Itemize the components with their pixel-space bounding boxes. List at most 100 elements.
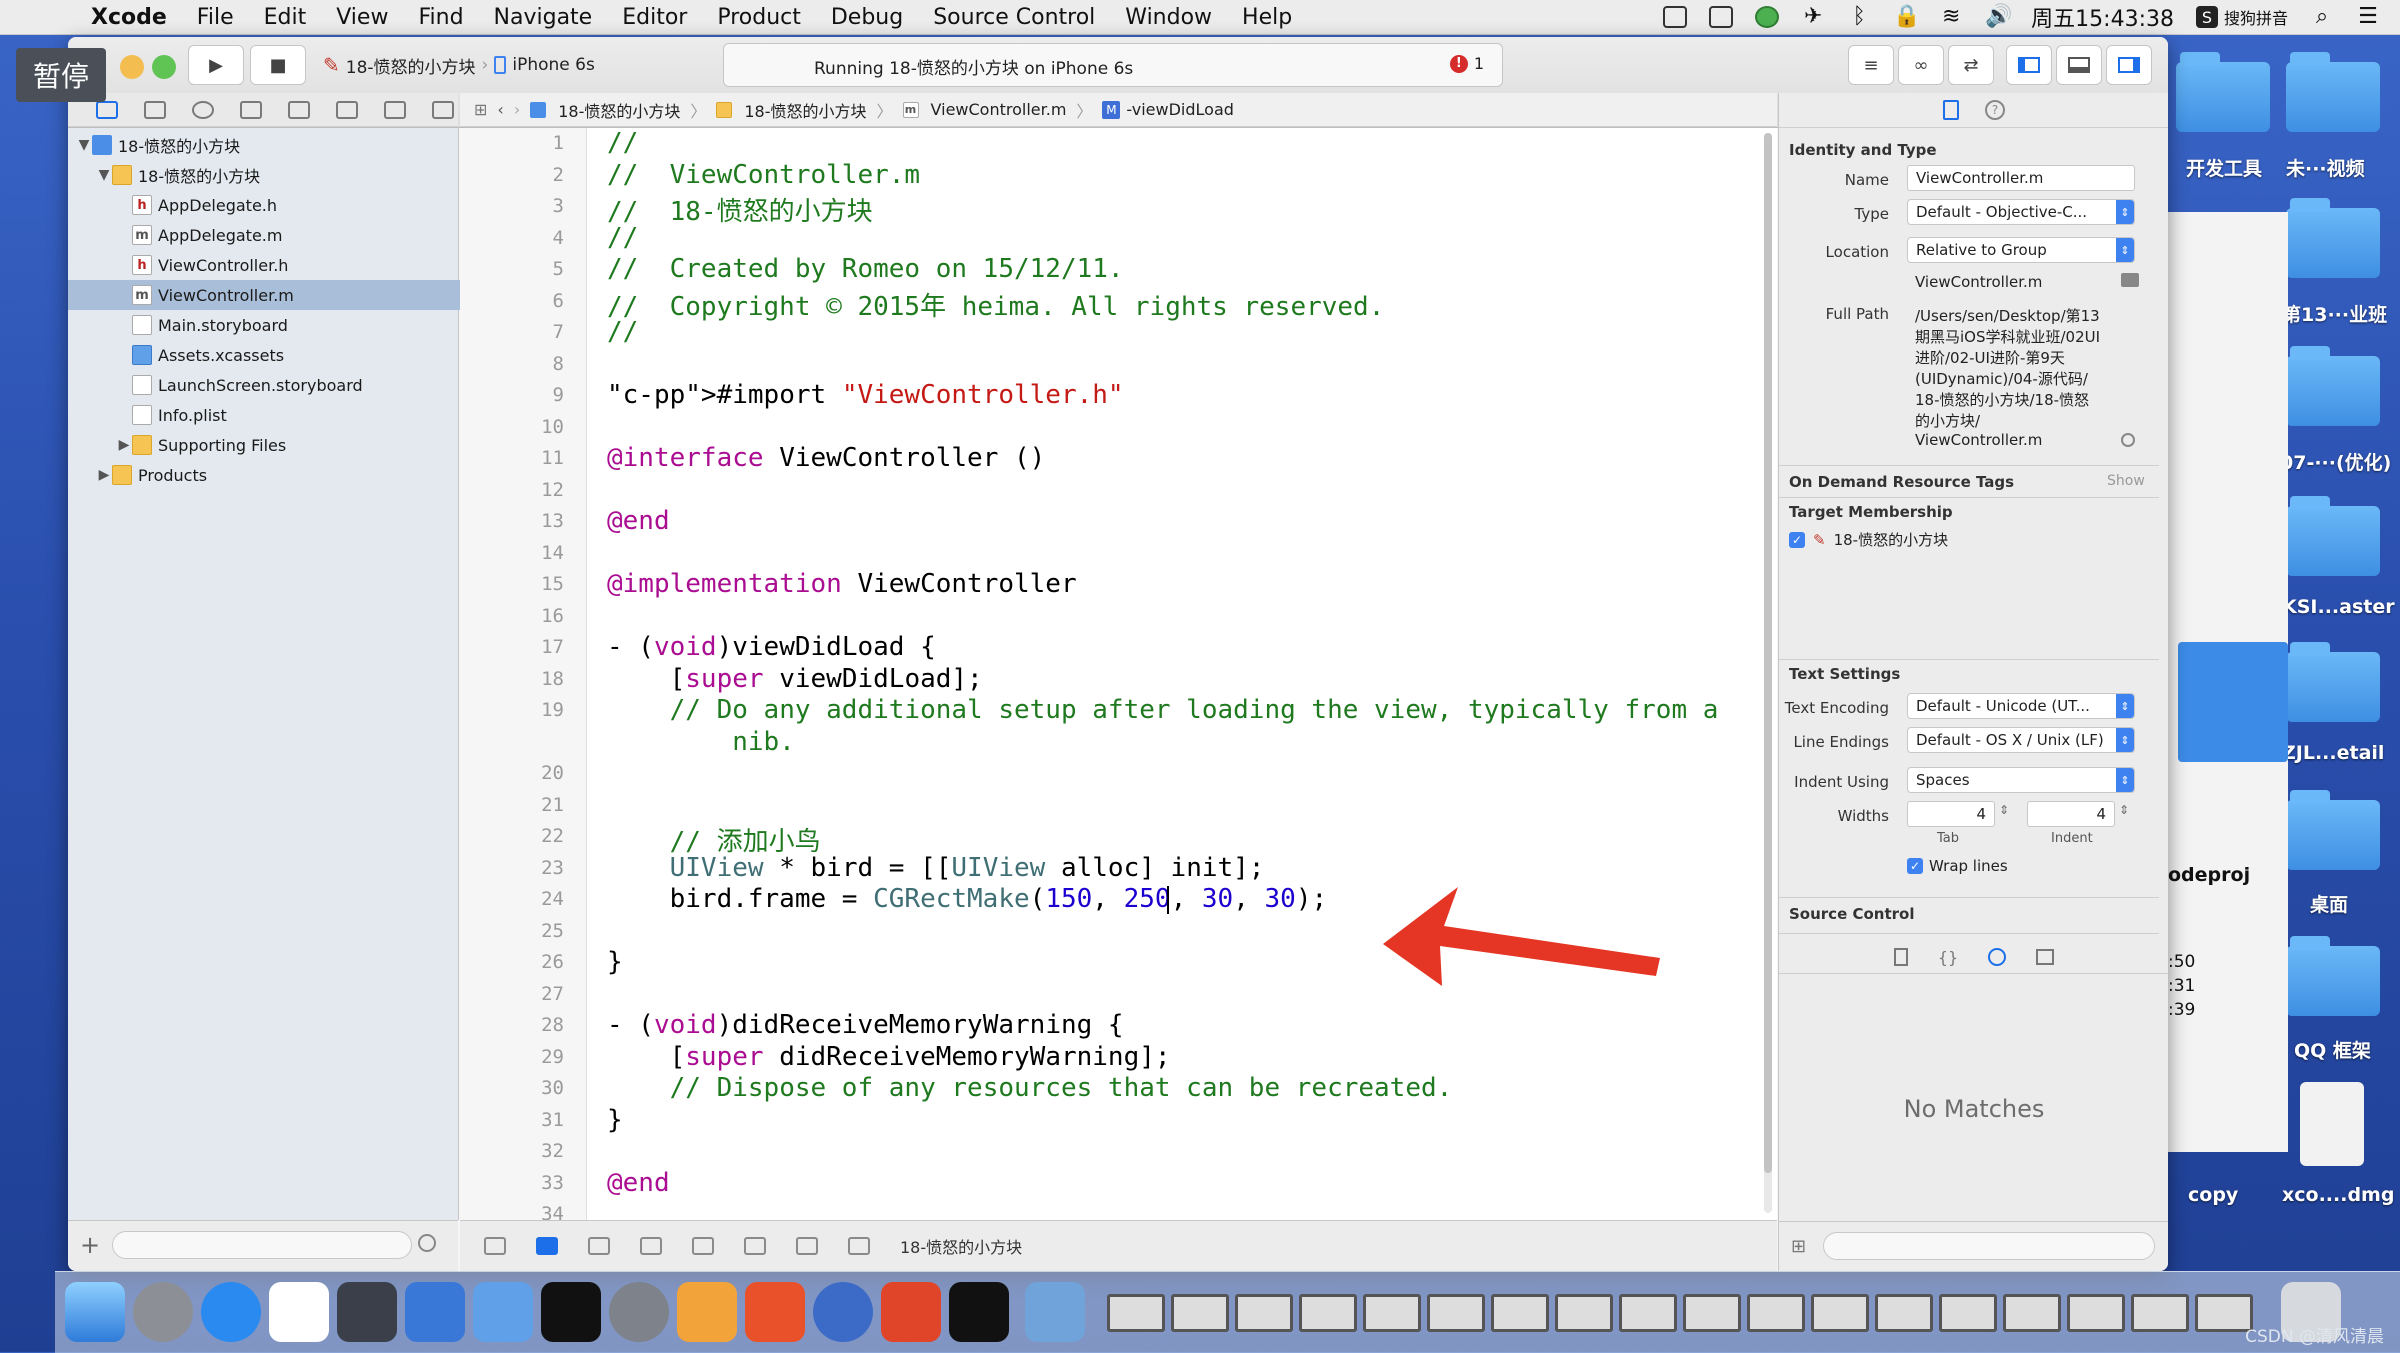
indent-stepper-icon[interactable]: ⇕ [2119,803,2129,817]
minimized-window-thumbnail[interactable] [1491,1294,1549,1332]
menu-app-xcode[interactable]: Xcode [76,5,182,30]
version-editor-button[interactable]: ⇄ [1948,45,1994,85]
toggle-utilities-button[interactable] [2106,45,2152,85]
tree-item-file[interactable]: h AppDelegate.h [68,190,522,220]
minimized-window-thumbnail[interactable] [1619,1294,1677,1332]
system-preferences-icon[interactable] [609,1282,669,1342]
editor-scrollbar-thumb[interactable] [1764,133,1772,1173]
tree-item-project[interactable]: ▼ 18-愤怒的小方块 [68,130,466,160]
paw-icon[interactable] [745,1282,805,1342]
console-icon[interactable] [949,1282,1009,1342]
breakpoints-toggle-icon[interactable] [536,1237,558,1255]
forward-icon[interactable]: › [514,100,520,119]
object-library-icon[interactable] [1988,948,2007,966]
report-navigator-icon[interactable] [432,100,454,119]
step-over-icon[interactable] [640,1237,662,1255]
checkbox-checked[interactable]: ✓ [1789,531,1805,548]
encoding-popup[interactable]: Default - Unicode (UT... ⇕ [1907,693,2135,719]
symbol-navigator-icon[interactable] [144,100,166,119]
menu-debug[interactable]: Debug [816,5,918,30]
issue-indicator[interactable]: ! 1 [1449,54,1484,73]
menu-view[interactable]: View [321,5,403,30]
activity-view[interactable]: Running 18-愤怒的小方块 on iPhone 6s ! 1 [723,43,1503,87]
test-navigator-icon[interactable] [288,100,310,119]
location-icon[interactable] [848,1237,870,1255]
debug-scheme-label[interactable]: 18-愤怒的小方块 [900,1234,1022,1258]
tree-item-file[interactable]: LaunchScreen.storyboard [68,370,522,400]
menu-edit[interactable]: Edit [249,5,322,30]
bluetooth-icon[interactable]: ᛒ [1847,6,1871,28]
quick-help-icon[interactable]: ? [1985,100,2005,120]
breakpoint-navigator-icon[interactable] [384,100,406,119]
desktop-folder[interactable] [2286,198,2380,278]
desktop-label[interactable]: 开发工具 [2186,154,2262,181]
minimized-window-thumbnail[interactable] [1427,1294,1485,1332]
sketch-icon[interactable] [677,1282,737,1342]
menu-product[interactable]: Product [702,5,816,30]
location-popup[interactable]: Relative to Group ⇕ [1907,237,2135,263]
menu-window[interactable]: Window [1110,5,1227,30]
wrap-lines-toggle[interactable]: ✓ Wrap lines [1907,857,2008,875]
terminal-icon[interactable] [541,1282,601,1342]
minimized-window-thumbnail[interactable] [1683,1294,1741,1332]
stop-button[interactable]: ■ [250,45,306,85]
minimized-window-thumbnail[interactable] [1939,1294,1997,1332]
zoom-button[interactable] [152,55,176,79]
run-button[interactable]: ▶ [188,45,244,85]
minimized-window-thumbnail[interactable] [2003,1294,2061,1332]
disclosure-closed-icon[interactable]: ▶ [116,437,132,453]
desktop-label[interactable]: 桌面 [2310,890,2348,917]
desktop-label[interactable]: KSI...aster [2282,596,2395,618]
airplane-icon[interactable]: ✈ [1801,6,1825,28]
photo-booth-icon[interactable] [337,1282,397,1342]
name-field[interactable]: ViewController.m [1907,165,2135,191]
camera-icon[interactable] [1709,6,1734,28]
desktop-label[interactable]: xco....dmg [2282,1184,2394,1206]
tree-item-group[interactable]: ▼ 18-愤怒的小方块 [68,160,486,190]
safari-icon[interactable] [201,1282,261,1342]
pause-overlay-label[interactable]: 暂停 [16,48,106,102]
project-navigator-icon[interactable] [96,100,118,119]
quicktime-icon[interactable] [813,1282,873,1342]
launchpad-icon[interactable] [133,1282,193,1342]
desktop-label[interactable]: 未···视频 [2286,154,2365,181]
type-popup[interactable]: Default - Objective-C... ⇕ [1907,199,2135,225]
breadcrumb-file[interactable]: m ViewController.m [902,100,1066,119]
find-navigator-icon[interactable] [192,100,214,119]
minimized-window-thumbnail[interactable] [1363,1294,1421,1332]
minimized-window-thumbnail[interactable] [1235,1294,1293,1332]
minimized-window-thumbnail[interactable] [1875,1294,1933,1332]
endings-popup[interactable]: Default - OS X / Unix (LF) ⇕ [1907,727,2135,753]
minimized-window-thumbnail[interactable] [1171,1294,1229,1332]
folder-icon[interactable] [2121,273,2139,287]
target-row[interactable]: ✓ ✎ 18-愤怒的小方块 [1789,529,1948,550]
finder-icon[interactable] [65,1282,125,1342]
filter-field[interactable] [112,1231,412,1259]
search-icon[interactable]: ⌕ [2310,6,2334,28]
clock[interactable]: 周五15:43:38 [2031,1,2174,33]
desktop-folder[interactable] [2286,936,2380,1016]
grid-view-icon[interactable]: ⊞ [1791,1236,1806,1257]
network-icon[interactable] [881,1282,941,1342]
indent-width-field[interactable]: 4 [2027,801,2115,827]
menu-editor[interactable]: Editor [607,5,702,30]
minimized-window-thumbnail[interactable] [1555,1294,1613,1332]
input-method[interactable]: S 搜狗拼音 [2195,5,2288,29]
media-library-icon[interactable] [2036,949,2055,965]
tree-item-file[interactable]: Main.storyboard [68,310,522,340]
disclosure-open-icon[interactable]: ▼ [96,167,112,183]
source-editor[interactable]: //// ViewController.m// 18-愤怒的小方块//// Cr… [587,128,1777,1268]
debug-navigator-icon[interactable] [336,100,358,119]
checkbox-checked[interactable]: ✓ [1907,858,1923,874]
tree-item-file[interactable]: m AppDelegate.m [68,220,522,250]
reveal-arrow-icon[interactable] [2121,433,2135,447]
disclosure-open-icon[interactable]: ▼ [76,137,92,153]
menu-file[interactable]: File [182,5,249,30]
tab-width-field[interactable]: 4 [1907,801,1995,827]
step-out-icon[interactable] [744,1237,766,1255]
desktop-label[interactable]: 07-···(优化) [2280,448,2391,475]
notification-center-icon[interactable]: ☰ [2356,6,2380,28]
menu-navigate[interactable]: Navigate [479,5,608,30]
tree-item-file[interactable]: Assets.xcassets [68,340,522,370]
code-snippet-icon[interactable]: {} [1938,948,1958,967]
